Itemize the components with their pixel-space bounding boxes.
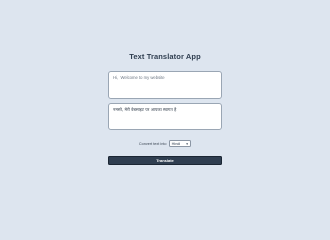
language-row: Convert text into Hindi ▼ [0, 140, 330, 147]
language-selected-value: Hindi [171, 142, 181, 146]
source-text-input[interactable]: Hi, Welcome to my website [108, 71, 222, 99]
translated-text-output[interactable]: नमस्ते, मेरी वेबसाइट पर आपका स्वागत है [108, 103, 222, 130]
language-label: Convert text into [138, 141, 167, 146]
translator-page: Text Translator App Hi, Welcome to my we… [0, 0, 330, 220]
page-title: Text Translator App [129, 52, 201, 61]
language-select[interactable]: Hindi ▼ [169, 140, 192, 147]
translate-button[interactable]: Translate [108, 156, 222, 165]
chevron-down-icon: ▼ [185, 142, 189, 146]
